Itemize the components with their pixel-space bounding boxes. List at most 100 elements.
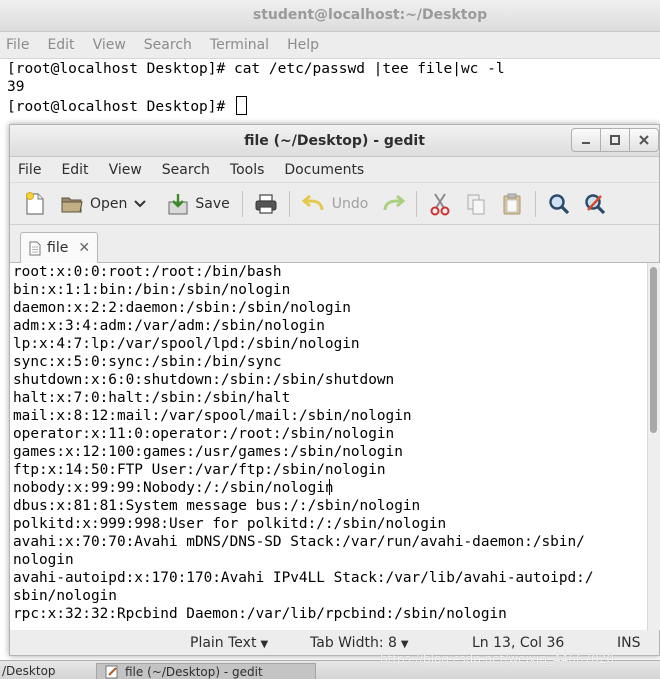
folder-icon	[61, 197, 83, 212]
language-label: Plain Text	[190, 635, 257, 651]
terminal-menu-help[interactable]: Help	[287, 37, 319, 53]
terminal-line: [root@localhost Desktop]# cat /etc/passw…	[7, 61, 505, 77]
maximize-button[interactable]	[600, 128, 630, 152]
editor-line: daemon:x:2:2:daemon:/sbin:/sbin/nologin	[13, 300, 351, 316]
vertical-scrollbar[interactable]	[648, 263, 660, 630]
tab-width-selector[interactable]: Tab Width: 8 ▼	[310, 635, 409, 651]
magnifier-icon	[549, 193, 570, 214]
gedit-window: file (~/Desktop) - gedit File Edit View …	[9, 124, 660, 656]
window-controls	[571, 128, 659, 152]
redo-button[interactable]	[378, 189, 408, 219]
tab-close-icon[interactable]: ✕	[78, 240, 90, 256]
gedit-menubar: File Edit View Search Tools Documents	[10, 157, 659, 183]
editor-line: games:x:12:100:games:/usr/games:/sbin/no…	[13, 444, 403, 460]
gedit-titlebar[interactable]: file (~/Desktop) - gedit	[10, 125, 659, 157]
cut-button[interactable]	[425, 189, 455, 219]
editor-line: shutdown:x:6:0:shutdown:/sbin:/sbin/shut…	[13, 372, 395, 388]
find-button[interactable]	[544, 189, 574, 219]
gedit-app-icon	[105, 665, 118, 679]
terminal-prompt: [root@localhost Desktop]#	[7, 99, 234, 115]
language-selector[interactable]: Plain Text ▼	[190, 635, 268, 651]
editor-line: mail:x:8:12:mail:/var/spool/mail:/sbin/n…	[13, 408, 412, 424]
terminal-menu-edit[interactable]: Edit	[47, 37, 74, 53]
editor-line: lp:x:4:7:lp:/var/spool/lpd:/sbin/nologin	[13, 336, 360, 352]
undo-icon	[301, 194, 324, 210]
menu-search[interactable]: Search	[162, 162, 210, 178]
terminal-cursor	[235, 96, 247, 115]
menu-tools[interactable]: Tools	[230, 162, 265, 178]
editor-line: halt:x:7:0:halt:/sbin:/sbin/halt	[13, 390, 291, 406]
tab-width-label: Tab Width: 8	[310, 635, 397, 651]
close-button[interactable]	[629, 128, 659, 152]
save-button-label: Save	[195, 195, 230, 212]
tab-label: file	[47, 240, 69, 256]
editor-line: adm:x:3:4:adm:/var/adm:/sbin/nologin	[13, 318, 325, 334]
editor-line: rpc:x:32:32:Rpcbind Daemon:/var/lib/rpcb…	[13, 606, 507, 622]
toolbar-separator	[288, 190, 290, 217]
terminal-prompt-line: [root@localhost Desktop]#	[7, 96, 660, 116]
copy-icon	[467, 194, 485, 214]
scissors-icon	[430, 192, 450, 215]
print-button[interactable]	[251, 189, 281, 219]
menu-view[interactable]: View	[109, 162, 142, 178]
chevron-down-icon: ▼	[260, 639, 269, 650]
terminal-menu-view[interactable]: View	[93, 37, 126, 53]
insert-mode: INS	[617, 635, 641, 651]
redo-icon	[383, 194, 406, 210]
editor-line: nobody:x:99:99:Nobody:/:/sbin/nologin	[13, 480, 334, 496]
terminal-menu-file[interactable]: File	[6, 37, 29, 53]
document-tabs: file ✕	[10, 225, 659, 263]
minimize-icon	[582, 142, 590, 144]
terminal-line: 39	[7, 79, 25, 95]
gedit-toolbar: Open Save Undo	[10, 183, 659, 225]
scrollbar-thumb[interactable]	[650, 267, 657, 433]
undo-button[interactable]: Undo	[298, 188, 373, 220]
text-caret	[329, 479, 330, 495]
menu-documents[interactable]: Documents	[284, 162, 364, 178]
clipboard-icon	[503, 193, 521, 214]
editor-line: avahi-autoipd:x:170:170:Avahi IPv4LL Sta…	[13, 570, 594, 586]
gedit-title: file (~/Desktop) - gedit	[244, 133, 425, 149]
minimize-button[interactable]	[571, 128, 601, 152]
open-recent-dropdown[interactable]	[129, 188, 157, 220]
tab-file[interactable]: file ✕	[20, 232, 98, 263]
menu-edit[interactable]: Edit	[61, 162, 88, 178]
text-file-icon	[29, 241, 41, 255]
printer-icon	[255, 193, 277, 214]
watermark: https://blog.csdn.net/weixin_44667020	[380, 652, 615, 666]
terminal-output[interactable]: [root@localhost Desktop]# cat /etc/passw…	[0, 59, 660, 116]
open-button[interactable]: Open	[56, 188, 131, 220]
toolbar-separator	[535, 190, 537, 217]
editor-content: root:x:0:0:root:/root:/bin/bash bin:x:1:…	[10, 263, 647, 623]
chevron-down-icon	[134, 199, 147, 207]
editor-line: avahi:x:70:70:Avahi mDNS/DNS-SD Stack:/v…	[13, 534, 585, 550]
editor-line: sync:x:5:0:sync:/sbin:/bin/sync	[13, 354, 282, 370]
editor-line: sbin/nologin	[13, 588, 117, 604]
taskbar-item-gedit[interactable]: file (~/Desktop) - gedit	[96, 663, 316, 679]
find-replace-icon	[585, 193, 606, 214]
toolbar-separator	[241, 190, 243, 217]
editor-line: ftp:x:14:50:FTP User:/var/ftp:/sbin/nolo…	[13, 462, 386, 478]
terminal-titlebar: student@localhost:~/Desktop	[0, 0, 660, 32]
editor-line: bin:x:1:1:bin:/bin:/sbin/nologin	[13, 282, 291, 298]
cursor-position: Ln 13, Col 36	[472, 635, 565, 651]
paste-button[interactable]	[497, 189, 527, 219]
terminal-menubar: File Edit View Search Terminal Help	[0, 32, 660, 59]
replace-button[interactable]	[580, 189, 610, 219]
editor-line: polkitd:x:999:998:User for polkitd:/:/sb…	[13, 516, 447, 532]
copy-button[interactable]	[461, 189, 491, 219]
editor-line: dbus:x:81:81:System message bus:/:/sbin/…	[13, 498, 421, 514]
editor-line: root:x:0:0:root:/root:/bin/bash	[13, 264, 282, 280]
undo-button-label: Undo	[331, 195, 369, 212]
taskbar-item-terminal[interactable]: /Desktop	[0, 663, 88, 679]
terminal-menu-terminal[interactable]: Terminal	[210, 37, 269, 53]
editor-line: nologin	[13, 552, 74, 568]
terminal-menu-search[interactable]: Search	[144, 37, 192, 53]
toolbar-separator	[416, 190, 418, 217]
menu-file[interactable]: File	[18, 162, 41, 178]
save-button[interactable]: Save	[163, 188, 233, 220]
new-document-button[interactable]	[20, 189, 50, 219]
text-editor[interactable]: root:x:0:0:root:/root:/bin/bash bin:x:1:…	[10, 263, 648, 630]
chevron-down-icon: ▼	[400, 639, 409, 650]
open-button-label: Open	[90, 195, 128, 212]
